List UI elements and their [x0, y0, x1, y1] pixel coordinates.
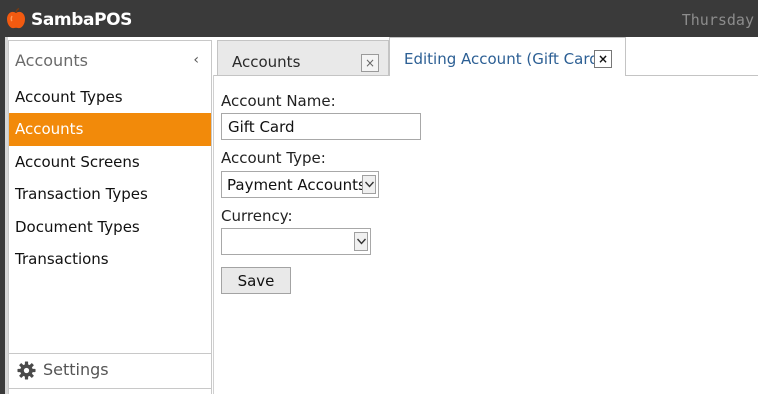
save-button[interactable]: Save — [221, 267, 291, 294]
gear-icon — [17, 361, 36, 380]
chevron-down-icon — [362, 175, 376, 194]
sidebar-item-accounts[interactable]: Accounts — [9, 113, 211, 146]
close-icon[interactable]: × — [361, 54, 379, 72]
settings-label: Settings — [43, 360, 109, 379]
tab-strip: Accounts × Editing Account (Gift Card) × — [213, 37, 758, 76]
account-name-input[interactable] — [221, 113, 421, 140]
tab-editing-account[interactable]: Editing Account (Gift Card) × — [389, 37, 626, 76]
content-left-border — [213, 75, 214, 394]
sidebar-item-transactions[interactable]: Transactions — [9, 243, 211, 275]
sidebar-header: Accounts ‹ — [9, 41, 211, 81]
settings-button[interactable]: Settings — [9, 354, 211, 388]
sidebar-title: Accounts — [15, 51, 88, 70]
day-label: Thursday — [681, 11, 754, 29]
sidebar-item-account-screens[interactable]: Account Screens — [9, 146, 211, 178]
tab-label: Accounts — [232, 53, 301, 71]
sidebar: Accounts ‹ Account Types Accounts Accoun… — [8, 40, 212, 394]
sidebar-item-document-types[interactable]: Document Types — [9, 211, 211, 243]
tab-label: Editing Account (Gift Card) — [404, 50, 605, 68]
currency-select[interactable] — [221, 228, 371, 255]
apple-logo-icon — [7, 8, 25, 29]
account-type-value: Payment Accounts — [227, 176, 366, 194]
chevron-down-icon — [354, 232, 368, 251]
collapse-sidebar-icon[interactable]: ‹ — [193, 51, 199, 69]
tab-accounts[interactable]: Accounts × — [217, 40, 389, 76]
account-type-label: Account Type: — [221, 149, 326, 167]
close-icon[interactable]: × — [594, 50, 612, 68]
app-title: SambaPOS — [31, 10, 133, 30]
active-tab-gap — [390, 75, 625, 77]
sidebar-nav: Account Types Accounts Account Screens T… — [9, 81, 211, 275]
sidebar-item-transaction-types[interactable]: Transaction Types — [9, 178, 211, 210]
title-bar: SambaPOS Thursday — [0, 0, 758, 37]
sidebar-bottom-divider — [9, 388, 211, 389]
currency-label: Currency: — [221, 207, 293, 225]
account-type-select[interactable]: Payment Accounts — [221, 171, 379, 198]
account-name-label: Account Name: — [221, 92, 336, 110]
sidebar-item-account-types[interactable]: Account Types — [9, 81, 211, 113]
